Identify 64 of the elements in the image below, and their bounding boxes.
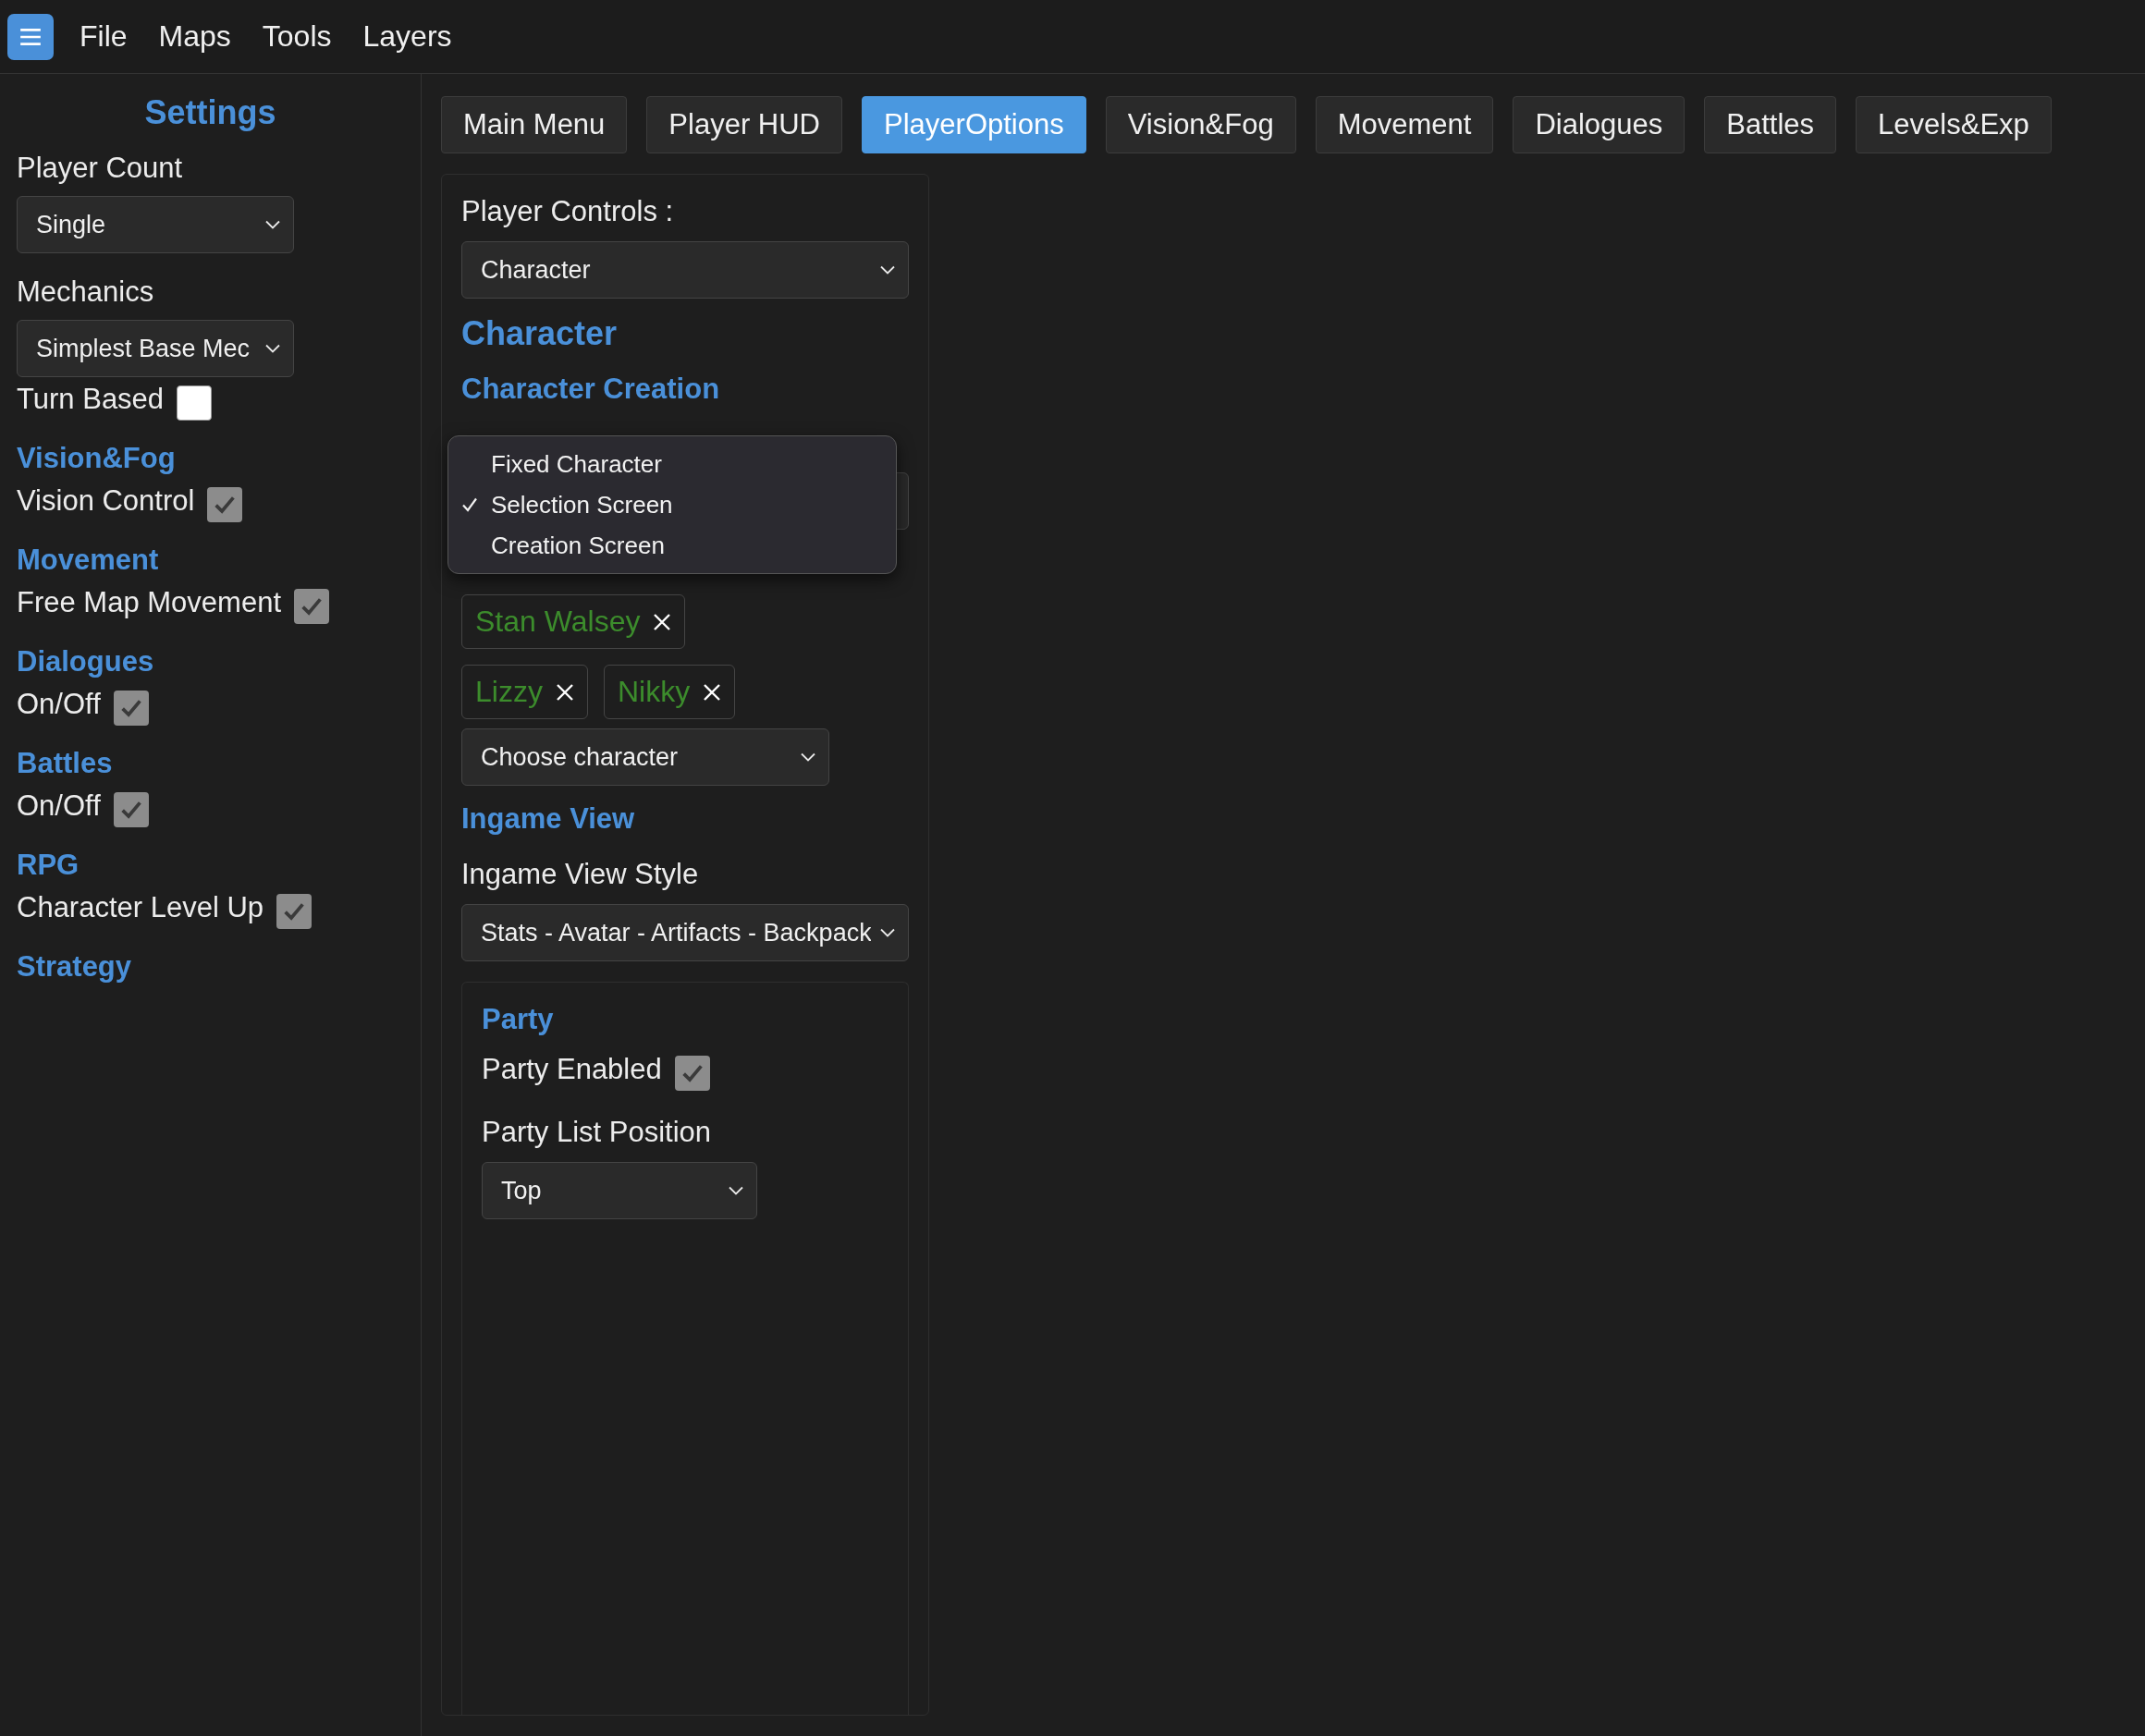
section-heading: Party: [482, 1002, 554, 1037]
menu-option[interactable]: Fixed Character: [448, 444, 896, 484]
chevron-down-icon: [265, 344, 280, 353]
section-heading: RPG: [17, 848, 80, 883]
section-heading: Dialogues: [17, 644, 154, 679]
menu-icon: [18, 26, 43, 47]
tab[interactable]: Levels&Exp: [1856, 96, 2052, 153]
field-label: Party List Position: [482, 1115, 712, 1150]
section-heading: Strategy: [17, 949, 132, 984]
checkbox[interactable]: [207, 487, 243, 522]
sidebar-title: Settings: [143, 92, 277, 133]
checkbox[interactable]: [113, 792, 149, 827]
dropdown[interactable]: Stats - Avatar - Artifacts - Backpack: [461, 904, 909, 961]
dropdown[interactable]: Single: [17, 196, 294, 253]
section-heading: Vision&Fog: [17, 441, 176, 476]
checkbox[interactable]: [276, 894, 313, 929]
section-heading: Character Creation: [461, 372, 720, 407]
menu-button[interactable]: [7, 13, 54, 60]
tag-label: Lizzy: [475, 675, 543, 709]
menu-option[interactable]: Creation Screen: [448, 525, 896, 566]
field-label: Player Count: [17, 151, 183, 186]
menu-item[interactable]: Maps: [158, 19, 231, 54]
checkbox-label: Character Level Up: [17, 890, 264, 925]
menu-item[interactable]: Tools: [262, 19, 332, 54]
menu-item[interactable]: File: [80, 19, 128, 54]
tag-label: Stan Walsey: [475, 605, 641, 639]
chevron-down-icon: [729, 1186, 743, 1195]
checkbox-label: Free Map Movement: [17, 585, 281, 620]
field-label: Mechanics: [17, 275, 154, 310]
menu-option[interactable]: Selection Screen: [448, 484, 896, 525]
tab[interactable]: Dialogues: [1513, 96, 1685, 153]
checkbox[interactable]: [294, 589, 329, 624]
checkbox[interactable]: [177, 385, 213, 421]
menu-item[interactable]: Layers: [362, 19, 452, 54]
field-label: Player Controls :: [461, 194, 674, 229]
dropdown[interactable]: Choose character: [461, 728, 829, 786]
checkbox-label: On/Off: [17, 789, 101, 824]
checkbox[interactable]: [113, 691, 149, 726]
tab[interactable]: Vision&Fog: [1105, 96, 1296, 153]
chevron-down-icon: [265, 220, 280, 229]
close-icon[interactable]: [703, 682, 722, 702]
section-heading: Movement: [17, 543, 159, 578]
checkbox-label: Turn Based: [17, 382, 165, 417]
checkbox-label: Vision Control: [17, 483, 195, 519]
checkbox-label: Party Enabled: [482, 1052, 662, 1087]
tab[interactable]: Main Menu: [441, 96, 628, 153]
dropdown[interactable]: Character: [461, 241, 909, 299]
chevron-down-icon: [880, 928, 895, 937]
section-heading: Character: [461, 313, 618, 354]
checkbox-label: On/Off: [17, 687, 101, 722]
dropdown[interactable]: Top: [482, 1162, 757, 1219]
close-icon[interactable]: [653, 612, 672, 631]
tab[interactable]: Movement: [1315, 96, 1494, 153]
tag-label: Nikky: [617, 675, 691, 709]
tab[interactable]: Player HUD: [646, 96, 842, 153]
section-heading: Ingame View: [461, 801, 635, 837]
tab[interactable]: Battles: [1704, 96, 1837, 153]
chevron-down-icon: [880, 265, 895, 275]
dropdown[interactable]: Simplest Base Mec: [17, 320, 294, 377]
close-icon[interactable]: [555, 682, 574, 702]
section-heading: Battles: [17, 746, 113, 781]
chevron-down-icon: [801, 752, 815, 762]
checkbox[interactable]: [674, 1056, 710, 1091]
field-label: Ingame View Style: [461, 857, 699, 892]
